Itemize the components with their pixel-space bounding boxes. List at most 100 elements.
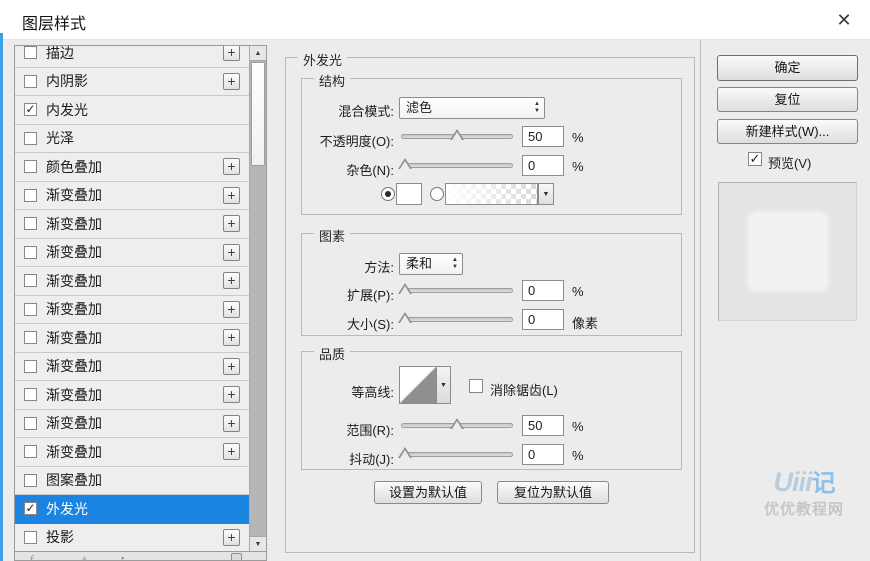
- elements-group: 图素 方法: 柔和 ▲ ▼ 扩展(P): 0 % 大小(S): 0 像素: [301, 226, 682, 336]
- range-input[interactable]: 50: [522, 415, 564, 436]
- style-checkbox[interactable]: [24, 245, 37, 259]
- layer-style-item[interactable]: 渐变叠加 +: [15, 409, 249, 438]
- add-effect-button[interactable]: +: [223, 357, 240, 375]
- make-default-button[interactable]: 设置为默认值: [374, 481, 482, 504]
- size-input[interactable]: 0: [522, 309, 564, 330]
- add-effect-button[interactable]: +: [223, 215, 240, 233]
- jitter-input[interactable]: 0: [522, 444, 564, 465]
- add-effect-button[interactable]: +: [223, 443, 240, 461]
- jitter-slider[interactable]: [398, 447, 513, 460]
- gradient-bar[interactable]: [445, 183, 538, 205]
- layer-style-item[interactable]: 渐变叠加 +: [15, 438, 249, 467]
- color-swatch[interactable]: [396, 183, 422, 205]
- opacity-input[interactable]: 50: [522, 126, 564, 147]
- style-checkbox[interactable]: [24, 74, 37, 88]
- layer-style-item[interactable]: 渐变叠加 +: [15, 295, 249, 324]
- add-effect-button[interactable]: +: [223, 46, 240, 62]
- layer-style-item[interactable]: 投影 +: [15, 523, 249, 551]
- add-effect-button[interactable]: +: [223, 329, 240, 347]
- layer-style-item[interactable]: 渐变叠加 +: [15, 324, 249, 353]
- add-effect-button[interactable]: +: [223, 158, 240, 176]
- scroll-up-button[interactable]: ▲: [250, 46, 266, 61]
- layer-style-item[interactable]: 渐变叠加 +: [15, 381, 249, 410]
- slider-thumb[interactable]: [450, 129, 464, 140]
- layer-style-item[interactable]: 渐变叠加 +: [15, 352, 249, 381]
- elements-group-title: 图素: [314, 226, 351, 245]
- gradient-dropdown-button[interactable]: ▼: [538, 183, 554, 205]
- layer-style-item[interactable]: 渐变叠加 +: [15, 238, 249, 267]
- style-checkbox[interactable]: [24, 160, 37, 174]
- size-slider[interactable]: [398, 312, 513, 325]
- style-checkbox[interactable]: [24, 473, 37, 487]
- trash-icon[interactable]: [231, 553, 242, 560]
- structure-group: 结构 混合模式: 滤色 ▲ ▼ 不透明度(O): 50 % 杂色(N): 0 % …: [301, 71, 682, 215]
- layer-style-item[interactable]: 渐变叠加 +: [15, 267, 249, 296]
- fx-icon[interactable]: ƒ: [29, 553, 35, 560]
- reset-default-button[interactable]: 复位为默认值: [497, 481, 609, 504]
- range-slider[interactable]: [401, 418, 513, 431]
- jitter-unit: %: [572, 448, 584, 463]
- add-effect-button[interactable]: +: [223, 528, 240, 546]
- scroll-down-button[interactable]: ▼: [250, 536, 266, 551]
- style-item-label: 投影: [46, 529, 74, 546]
- style-checkbox[interactable]: ✓: [24, 103, 37, 117]
- technique-select[interactable]: 柔和 ▲ ▼: [399, 253, 463, 275]
- move-up-icon[interactable]: ▲: [79, 553, 90, 560]
- add-effect-button[interactable]: +: [223, 272, 240, 290]
- scroll-thumb[interactable]: [251, 62, 265, 166]
- preview-checkbox[interactable]: ✓: [748, 152, 762, 166]
- move-down-icon[interactable]: ▪: [121, 553, 124, 560]
- add-effect-button[interactable]: +: [223, 186, 240, 204]
- ok-button[interactable]: 确定: [717, 55, 858, 81]
- slider-thumb[interactable]: [450, 418, 464, 429]
- style-checkbox[interactable]: [24, 274, 37, 288]
- antialias-checkbox[interactable]: [469, 379, 483, 393]
- style-checkbox[interactable]: [24, 302, 37, 316]
- style-checkbox[interactable]: [24, 217, 37, 231]
- noise-input[interactable]: 0: [522, 155, 564, 176]
- contour-thumbnail[interactable]: [399, 366, 437, 404]
- spread-input[interactable]: 0: [522, 280, 564, 301]
- contour-dropdown-button[interactable]: ▼: [437, 366, 451, 404]
- add-effect-button[interactable]: +: [223, 72, 240, 90]
- slider-thumb[interactable]: [398, 312, 413, 323]
- style-checkbox[interactable]: [24, 331, 37, 345]
- layer-style-item[interactable]: 渐变叠加 +: [15, 210, 249, 239]
- color-radio[interactable]: [381, 187, 395, 201]
- layer-style-item[interactable]: 描边 +: [15, 46, 249, 68]
- slider-thumb[interactable]: [398, 158, 413, 169]
- style-checkbox[interactable]: [24, 445, 37, 459]
- layer-style-item[interactable]: ✓ 外发光: [15, 495, 249, 524]
- add-effect-button[interactable]: +: [223, 386, 240, 404]
- style-checkbox[interactable]: [24, 416, 37, 430]
- add-effect-button[interactable]: +: [223, 414, 240, 432]
- style-checkbox[interactable]: [24, 188, 37, 202]
- blend-mode-select[interactable]: 滤色 ▲ ▼: [399, 97, 545, 119]
- spread-slider[interactable]: [398, 283, 513, 296]
- reset-button[interactable]: 复位: [717, 87, 858, 112]
- style-checkbox[interactable]: [24, 359, 37, 373]
- style-checkbox[interactable]: [24, 46, 37, 60]
- layer-style-item[interactable]: 颜色叠加 +: [15, 153, 249, 182]
- quality-group: 品质 等高线: ▼ 消除锯齿(L) 范围(R): 50 % 抖动(J): 0 %: [301, 344, 682, 470]
- style-checkbox[interactable]: [24, 530, 37, 544]
- slider-thumb[interactable]: [398, 283, 413, 294]
- layer-style-item[interactable]: 光泽: [15, 124, 249, 153]
- layer-style-item[interactable]: ✓ 内发光: [15, 96, 249, 125]
- opacity-slider[interactable]: [401, 129, 513, 142]
- add-effect-button[interactable]: +: [223, 243, 240, 261]
- add-effect-button[interactable]: +: [223, 300, 240, 318]
- slider-thumb[interactable]: [398, 447, 413, 458]
- gradient-radio[interactable]: [430, 187, 444, 201]
- new-style-button[interactable]: 新建样式(W)...: [717, 119, 858, 144]
- style-checkbox[interactable]: [24, 388, 37, 402]
- style-checkbox[interactable]: [24, 131, 37, 145]
- layer-style-item[interactable]: 渐变叠加 +: [15, 181, 249, 210]
- close-button[interactable]: ✕: [831, 7, 857, 33]
- chevron-down-icon: ▼: [542, 191, 550, 198]
- layer-style-item[interactable]: 图案叠加: [15, 466, 249, 495]
- style-checkbox[interactable]: ✓: [24, 502, 37, 516]
- layer-style-item[interactable]: 内阴影 +: [15, 67, 249, 96]
- list-scrollbar[interactable]: ▲ ▼: [249, 46, 266, 551]
- noise-slider[interactable]: [398, 158, 513, 171]
